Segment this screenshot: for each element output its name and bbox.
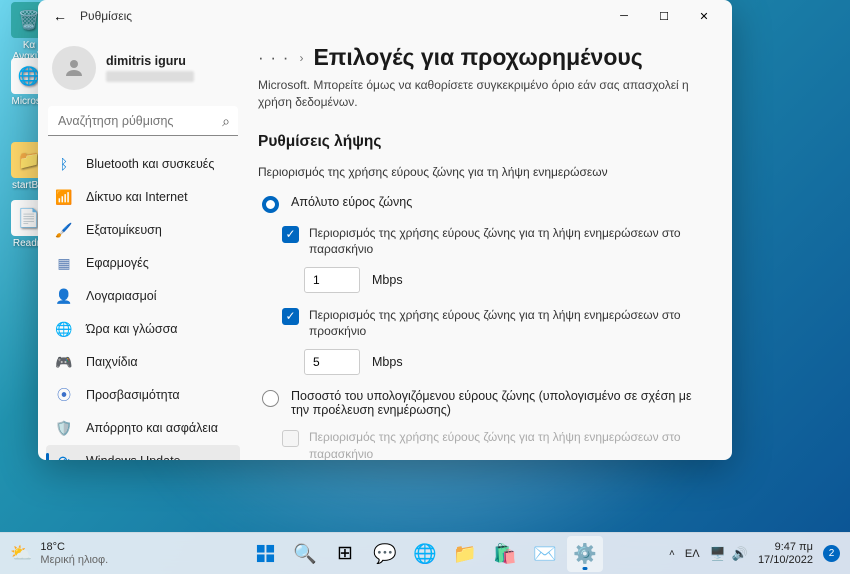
system-tray[interactable]: 🖥️ 🔊 [710, 546, 748, 562]
language-indicator[interactable]: ΕΛ [685, 548, 700, 560]
task-view-button[interactable]: ⊞ [327, 536, 363, 572]
nav-accounts[interactable]: 👤Λογαριασμοί [46, 280, 240, 312]
nav-personalization[interactable]: 🖌️Εξατομίκευση [46, 214, 240, 246]
nav-windows-update[interactable]: ⟳Windows Update [46, 445, 240, 460]
chat-button[interactable]: 💬 [367, 536, 403, 572]
apps-icon: ▦ [56, 255, 72, 271]
page-title: Επιλογές για προχωρημένους [313, 44, 642, 71]
mbps-label: Mbps [372, 273, 403, 287]
radio-input[interactable] [262, 390, 279, 407]
search-input[interactable] [48, 106, 238, 136]
search-icon: ⌕ [222, 113, 230, 130]
shield-icon: 🛡️ [56, 420, 72, 436]
radio-percentage-bandwidth[interactable]: Ποσοστό του υπολογιζόμενου εύρους ζώνης … [258, 389, 706, 417]
person-icon: 👤 [56, 288, 72, 304]
accessibility-icon: ⦿ [56, 387, 72, 403]
search-box: ⌕ [48, 106, 238, 136]
taskbar: ⛅ 18°CΜερική ηλιοφ. 🔍 ⊞ 💬 🌐 📁 🛍️ ✉️ ⚙️ ˄… [0, 532, 850, 574]
tray-chevron-icon[interactable]: ˄ [669, 548, 675, 559]
taskbar-center: 🔍 ⊞ 💬 🌐 📁 🛍️ ✉️ ⚙️ [247, 536, 603, 572]
network-icon: 🖥️ [710, 546, 726, 562]
section-description: Περιορισμός της χρήσης εύρους ζώνης για … [258, 165, 706, 179]
brush-icon: 🖌️ [56, 222, 72, 238]
wifi-icon: 📶 [56, 189, 72, 205]
nav-list: ᛒBluetooth και συσκευές 📶Δίκτυο και Inte… [46, 148, 240, 460]
radio-input[interactable] [262, 196, 279, 213]
checkbox-background-limit[interactable]: ✓ Περιορισμός της χρήσης εύρους ζώνης γι… [282, 225, 706, 257]
checkbox-disabled: Περιορισμός της χρήσης εύρους ζώνης για … [282, 429, 706, 460]
explorer-button[interactable]: 📁 [447, 536, 483, 572]
mbps-label: Mbps [372, 355, 403, 369]
nav-apps[interactable]: ▦Εφαρμογές [46, 247, 240, 279]
nav-gaming[interactable]: 🎮Παιχνίδια [46, 346, 240, 378]
page-description: Microsoft. Μπορείτε όμως να καθορίσετε σ… [258, 77, 706, 111]
maximize-button[interactable]: ☐ [644, 1, 684, 31]
breadcrumb-ellipsis[interactable]: · · · [258, 48, 289, 68]
user-email [106, 71, 194, 82]
nav-time-language[interactable]: 🌐Ώρα και γλώσσα [46, 313, 240, 345]
checkbox-input[interactable]: ✓ [282, 308, 299, 325]
section-heading: Ρυθμίσεις λήψης [258, 133, 706, 151]
taskbar-clock[interactable]: 9:47 πμ 17/10/2022 [758, 541, 813, 566]
close-button[interactable]: ✕ [684, 1, 724, 31]
mail-button[interactable]: ✉️ [527, 536, 563, 572]
nav-network[interactable]: 📶Δίκτυο και Internet [46, 181, 240, 213]
window-title: Ρυθμίσεις [80, 9, 132, 23]
user-block[interactable]: dimitris iguru [46, 38, 240, 102]
settings-window: ← Ρυθμίσεις ─ ☐ ✕ dimitris iguru ⌕ ᛒBlue… [38, 0, 732, 460]
radio-absolute-bandwidth[interactable]: Απόλυτο εύρος ζώνης [258, 195, 706, 213]
notification-badge[interactable]: 2 [823, 545, 840, 562]
bluetooth-icon: ᛒ [56, 156, 72, 172]
checkbox-foreground-limit[interactable]: ✓ Περιορισμός της χρήσης εύρους ζώνης γι… [282, 307, 706, 339]
minimize-button[interactable]: ─ [604, 1, 644, 31]
edge-button[interactable]: 🌐 [407, 536, 443, 572]
nav-bluetooth[interactable]: ᛒBluetooth και συσκευές [46, 148, 240, 180]
weather-icon: ⛅ [10, 543, 32, 564]
avatar [52, 46, 96, 90]
store-button[interactable]: 🛍️ [487, 536, 523, 572]
gamepad-icon: 🎮 [56, 354, 72, 370]
chevron-right-icon: › [299, 51, 303, 65]
taskbar-right: ˄ ΕΛ 🖥️ 🔊 9:47 πμ 17/10/2022 2 [669, 541, 840, 566]
sidebar: dimitris iguru ⌕ ᛒBluetooth και συσκευές… [38, 32, 248, 460]
foreground-mbps-input[interactable] [304, 349, 360, 375]
volume-icon: 🔊 [732, 546, 748, 562]
background-mbps-input[interactable] [304, 267, 360, 293]
taskbar-weather[interactable]: ⛅ 18°CΜερική ηλιοφ. [10, 541, 108, 565]
globe-icon: 🌐 [56, 321, 72, 337]
nav-privacy[interactable]: 🛡️Απόρρητο και ασφάλεια [46, 412, 240, 444]
back-button[interactable]: ← [46, 2, 74, 30]
update-icon: ⟳ [56, 453, 72, 460]
settings-taskbar-button[interactable]: ⚙️ [567, 536, 603, 572]
checkbox-input [282, 430, 299, 447]
content-pane: · · · › Επιλογές για προχωρημένους Micro… [248, 32, 732, 460]
titlebar: ← Ρυθμίσεις ─ ☐ ✕ [38, 0, 732, 32]
breadcrumb: · · · › Επιλογές για προχωρημένους [258, 44, 706, 71]
checkbox-input[interactable]: ✓ [282, 226, 299, 243]
nav-accessibility[interactable]: ⦿Προσβασιμότητα [46, 379, 240, 411]
start-button[interactable] [247, 536, 283, 572]
user-name: dimitris iguru [106, 54, 194, 68]
search-button[interactable]: 🔍 [287, 536, 323, 572]
